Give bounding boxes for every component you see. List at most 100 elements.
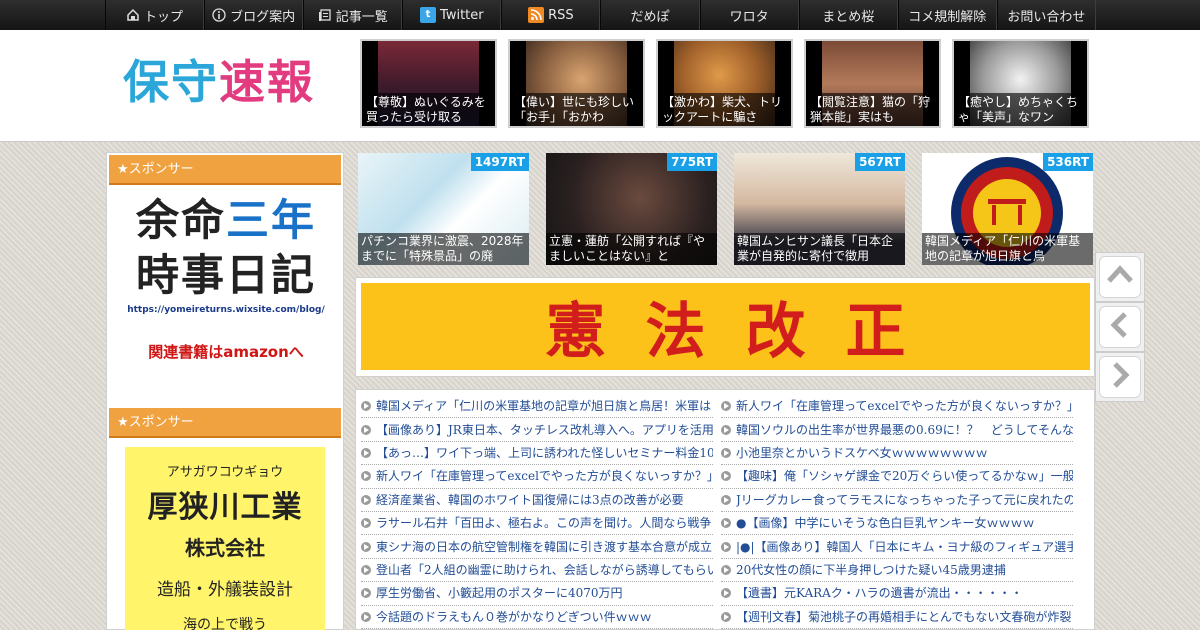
list-item[interactable]: 【週刊文春】菊池桃子の再婚相手にとんでもない文春砲が炸裂 — [721, 606, 1073, 629]
header-thumb[interactable]: 【閲覧注意】猫の「狩猟本能」実はも — [804, 39, 941, 128]
list-item-title: 20代女性の顔に下半身押しつけた疑い45歳男逮捕 — [736, 562, 1006, 577]
rt-card[interactable]: 775RT 立憲・蓮舫「公開すれば『やましいことはない』と — [546, 153, 717, 265]
list-item-title: 東シナ海の日本の航空管制権を韓国に引き渡す基本合意が成立 — [376, 539, 713, 554]
list-item[interactable]: 韓国ソウルの出生率が世界最悪の0.69に！？ どうしてそんなに — [721, 418, 1073, 442]
list-item[interactable]: 経済産業省、韓国のホワイト国復帰には3点の改善が必要 — [361, 489, 713, 512]
bullet-icon — [721, 471, 731, 482]
next-page-button[interactable] — [1095, 352, 1145, 402]
header-thumb[interactable]: 【癒やし】めちゃくちゃ「美声」なワン — [952, 39, 1089, 128]
list-item[interactable]: ●【画像】中学にいそうな色白巨乳ヤンキー女ｗｗｗｗ — [721, 512, 1073, 536]
site-logo[interactable]: 保守速報 — [123, 52, 315, 112]
list-item[interactable]: 厚生労働省、小籔起用のポスターに4070万円 — [361, 582, 713, 606]
banner-char: 改 — [745, 297, 806, 367]
nav-twitter[interactable]: t Twitter — [402, 0, 502, 30]
header-thumbnails: 【尊敬】ぬいぐるみを買ったら受け取る 【偉い】世にも珍しい「お手」「おかわ 【激… — [360, 39, 1090, 128]
next-page-inner — [1099, 356, 1141, 398]
bullet-icon — [721, 518, 731, 529]
header-thumb[interactable]: 【激かわ】柴犬、トリックアートに騙さ — [656, 39, 793, 128]
article-list-right: 新人ワイ「在庫管理ってexcelでやった方が良くないっすか？」 韓国ソウルの出生… — [721, 395, 1073, 629]
list-item[interactable]: 小池里奈とかいうドスケベ女ｗｗｗｗｗｗｗｗ — [721, 442, 1073, 466]
nav-matome-sakura[interactable]: まとめ桜 — [798, 0, 898, 30]
nav-top[interactable]: トップ — [105, 0, 205, 30]
article-list-left: 韓国メディア「仁川の米軍基地の記章が旭日旗と鳥居！米軍は 【画像あり】JR東日本… — [361, 395, 713, 629]
list-item[interactable]: 登山者「2人組の幽霊に助けられ、会話しながら誘導してもらい — [361, 559, 713, 583]
rt-card[interactable]: 536RT 韓国メディア「仁川の米軍基地の記章が旭日旗と鳥 — [922, 153, 1093, 265]
thumb-caption: 【癒やし】めちゃくちゃ「美声」なワン — [954, 93, 1087, 126]
ad-company-kana: アサガワコウギョウ — [166, 465, 284, 480]
list-item[interactable]: Jリーグカレー食ってラモスになっちゃった子って元に戻れたの — [721, 489, 1073, 512]
nav-blog-info[interactable]: ブログ案内 — [204, 0, 304, 30]
nav-matome-sakura-label: まとめ桜 — [822, 9, 875, 25]
prev-page-button[interactable] — [1095, 302, 1145, 352]
bullet-icon — [361, 424, 371, 435]
constitution-banner[interactable]: 憲 法 改 正 — [355, 277, 1095, 377]
nav-damepo[interactable]: だめぽ — [600, 0, 700, 30]
list-item-title: 【趣味】俺「ソシャゲ課金で20万ぐらい使ってるかなｗ」一般 — [736, 469, 1073, 484]
ad-url: https://yomeireturns.wixsite.com/blog/ — [127, 305, 325, 315]
scroll-top-button[interactable] — [1095, 252, 1145, 302]
rt-caption: パチンコ業界に激震、2028年までに「特殊景品」の廃 — [358, 233, 529, 265]
ad-title-line2: 時事日記 — [136, 251, 316, 301]
sidebar: ★スポンサー 余命三年 時事日記 https://yomeireturns.wi… — [106, 152, 344, 630]
thumb-caption: 【激かわ】柴犬、トリックアートに騙さ — [658, 93, 791, 126]
list-item-title: 登山者「2人組の幽霊に助けられ、会話しながら誘導してもらい — [376, 562, 713, 577]
list-item[interactable]: 新人ワイ「在庫管理ってexcelでやった方が良くないっすか？」 — [721, 395, 1073, 419]
list-item[interactable]: 今話題のドラえもん０巻がかなりどぎつい件ｗｗｗ — [361, 606, 713, 629]
list-item-title: 韓国メディア「仁川の米軍基地の記章が旭日旗と鳥居！米軍は — [376, 399, 712, 414]
bullet-icon — [721, 447, 731, 458]
list-item-title: Jリーグカレー食ってラモスになっちゃった子って元に戻れたの — [736, 492, 1073, 507]
bullet-icon — [721, 424, 731, 435]
list-item-title: ●【画像】中学にいそうな色白巨乳ヤンキー女ｗｗｗｗ — [736, 516, 1035, 531]
sponsor-heading: ★スポンサー — [109, 155, 341, 185]
article-list: 韓国メディア「仁川の米軍基地の記章が旭日旗と鳥居！米軍は 【画像あり】JR東日本… — [355, 389, 1095, 630]
nav-comment-unban[interactable]: コメ規制解除 — [897, 0, 997, 30]
nav-contact[interactable]: お問い合わせ — [996, 0, 1096, 30]
nav-contact-label: お問い合わせ — [1007, 9, 1086, 25]
list-item-title: 【遺書】元KARAク・ハラの遺書が流出・・・・・・ — [736, 586, 1023, 601]
nav-twitter-label: Twitter — [440, 7, 484, 23]
list-item[interactable]: 東シナ海の日本の航空管制権を韓国に引き渡す基本合意が成立 — [361, 535, 713, 559]
rt-caption: 韓国メディア「仁川の米軍基地の記章が旭日旗と鳥 — [922, 233, 1093, 265]
thumb-caption: 【偉い】世にも珍しい「お手」「おかわ — [510, 93, 643, 126]
bullet-icon — [721, 401, 731, 412]
ad-title-part-blue: 三年 — [226, 196, 316, 246]
nav-rss[interactable]: RSS — [501, 0, 601, 30]
rt-count-badge: 1497RT — [470, 153, 529, 171]
list-item[interactable]: 新人ワイ「在庫管理ってexcelでやった方が良くないっすか？」 — [361, 465, 713, 489]
site-logo-text: 保守速報 — [123, 52, 315, 112]
banner-body: 憲 法 改 正 — [361, 283, 1090, 370]
nav-articles[interactable]: 記事一覧 — [303, 0, 403, 30]
bullet-icon — [721, 541, 731, 552]
rt-card[interactable]: 567RT 韓国ムンヒサン議長「日本企業が自発的に寄付で徴用 — [734, 153, 905, 265]
thumb-caption: 【閲覧注意】猫の「狩猟本能」実はも — [806, 93, 939, 126]
header-thumb[interactable]: 【偉い】世にも珍しい「お手」「おかわ — [508, 39, 645, 128]
header-thumb[interactable]: 【尊敬】ぬいぐるみを買ったら受け取る — [360, 39, 497, 128]
nav-warota[interactable]: ワロタ — [699, 0, 799, 30]
list-item[interactable]: 韓国メディア「仁川の米軍基地の記章が旭日旗と鳥居！米軍は — [361, 395, 713, 419]
top-nav-bar: トップ ブログ案内 記事一覧 t Twitter RSS だめぽ ワロタ まとめ… — [0, 0, 1200, 30]
ad-company-desc: 造船・外艤装設計 — [157, 580, 293, 600]
list-item[interactable]: 20代女性の顔に下半身押しつけた疑い45歳男逮捕 — [721, 559, 1073, 583]
list-item[interactable]: 【あっ…】ワイ下っ端、上司に誘われた怪しいセミナー料金10 — [361, 442, 713, 466]
sponsor-ad-yomei[interactable]: 余命三年 時事日記 https://yomeireturns.wixsite.c… — [115, 193, 337, 383]
nav-articles-label: 記事一覧 — [335, 9, 388, 25]
list-item-title: |●|【画像あり】韓国人「日本にキム・ヨナ級のフィギュア選手 — [736, 539, 1073, 554]
list-item-title: 韓国ソウルの出生率が世界最悪の0.69に！？ どうしてそんなに — [736, 422, 1073, 437]
list-item[interactable]: ラサール石井「百田よ、極右よ。この声を聞け。人間なら戦争 — [361, 512, 713, 536]
list-item[interactable]: 【画像あり】JR東日本、タッチレス改札導入へ。アプリを活用 — [361, 418, 713, 442]
ad-amazon-link: 関連書籍はamazonへ — [148, 343, 304, 361]
list-item[interactable]: |●|【画像あり】韓国人「日本にキム・ヨナ級のフィギュア選手 — [721, 535, 1073, 559]
nav-comment-unban-label: コメ規制解除 — [908, 9, 987, 25]
chevron-up-icon — [1105, 260, 1135, 294]
ad-title-part: 余命 — [136, 196, 226, 246]
info-icon — [212, 8, 226, 22]
banner-char: 正 — [845, 297, 906, 367]
list-item[interactable]: 【趣味】俺「ソシャゲ課金で20万ぐらい使ってるかなｗ」一般 — [721, 465, 1073, 489]
nav-warota-label: ワロタ — [729, 9, 769, 25]
ad-company-type: 株式会社 — [185, 536, 265, 560]
sponsor-ad-asagawa[interactable]: アサガワコウギョウ 厚狭川工業 株式会社 造船・外艤装設計 海の上で戦う — [125, 447, 325, 630]
list-item-title: 【画像あり】JR東日本、タッチレス改札導入へ。アプリを活用 — [376, 422, 713, 437]
bullet-icon — [721, 611, 731, 622]
list-item[interactable]: 【遺書】元KARAク・ハラの遺書が流出・・・・・・ — [721, 582, 1073, 606]
rt-card[interactable]: 1497RT パチンコ業界に激震、2028年までに「特殊景品」の廃 — [358, 153, 529, 265]
